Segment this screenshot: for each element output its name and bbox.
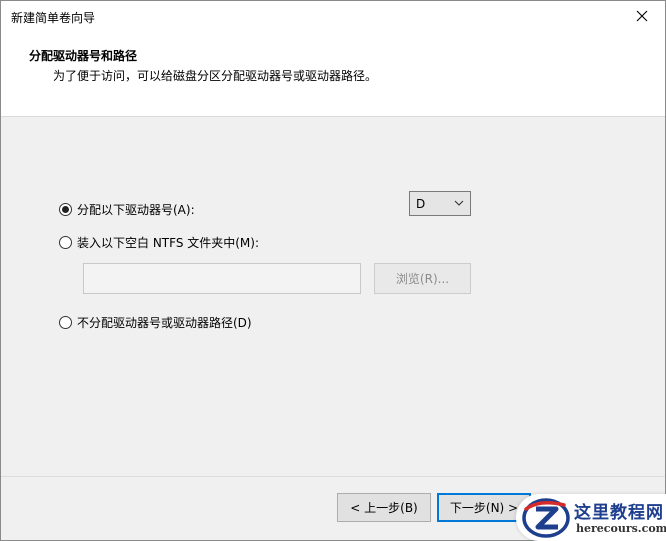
- mount-folder-label: 装入以下空白 NTFS 文件夹中(M):: [77, 236, 260, 250]
- wizard-window: 新建简单卷向导 分配驱动器号和路径 为了便于访问，可以给磁盘分区分配驱动器号或驱…: [0, 0, 666, 541]
- chevron-down-icon: [454, 200, 464, 206]
- window-title: 新建简单卷向导: [11, 11, 96, 25]
- browse-button[interactable]: 浏览(R)...: [374, 263, 471, 294]
- no-assign-option[interactable]: 不分配驱动器号或驱动器路径(D): [59, 314, 252, 331]
- back-button[interactable]: < 上一步(B): [337, 493, 431, 522]
- watermark-title: 这里教程网: [574, 503, 664, 523]
- wizard-body: [1, 117, 665, 492]
- assign-letter-label: 分配以下驱动器号(A):: [77, 203, 195, 217]
- mount-folder-option[interactable]: 装入以下空白 NTFS 文件夹中(M):: [59, 234, 259, 251]
- close-icon: [636, 10, 648, 22]
- watermark-url: herecours.com: [576, 522, 666, 535]
- assign-letter-option[interactable]: 分配以下驱动器号(A):: [59, 201, 195, 218]
- folder-path-input[interactable]: [83, 263, 361, 294]
- mount-folder-radio[interactable]: [59, 236, 72, 249]
- page-subtitle: 为了便于访问，可以给磁盘分区分配驱动器号或驱动器路径。: [53, 69, 378, 83]
- wizard-header: 分配驱动器号和路径 为了便于访问，可以给磁盘分区分配驱动器号或驱动器路径。: [1, 31, 665, 117]
- watermark-logo: 这里教程网 herecours.com: [516, 494, 666, 541]
- drive-letter-select[interactable]: D: [409, 191, 471, 216]
- page-title: 分配驱动器号和路径: [29, 49, 138, 63]
- close-button[interactable]: [619, 1, 665, 31]
- title-bar: 新建简单卷向导: [1, 1, 665, 31]
- drive-letter-value: D: [416, 197, 426, 211]
- herecours-logo-icon: [522, 498, 570, 538]
- no-assign-radio[interactable]: [59, 316, 72, 329]
- assign-letter-radio[interactable]: [59, 203, 72, 216]
- no-assign-label: 不分配驱动器号或驱动器路径(D): [77, 316, 252, 330]
